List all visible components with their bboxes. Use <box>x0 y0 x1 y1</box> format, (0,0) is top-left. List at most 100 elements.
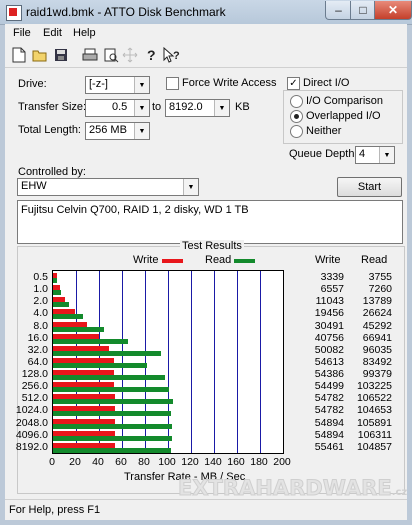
write-value-cell: 19456 <box>314 307 344 320</box>
write-value-cell: 55461 <box>314 440 344 453</box>
open-icon[interactable] <box>31 46 49 64</box>
grid-line <box>214 271 215 453</box>
read-value-cell: 106522 <box>356 392 392 405</box>
read-value-cell: 13789 <box>362 295 392 308</box>
x-tick-label: 40 <box>92 456 104 468</box>
print-preview-icon[interactable] <box>102 46 120 64</box>
write-value-cell: 3339 <box>320 271 344 283</box>
y-tick-label: 8.0 <box>33 319 48 332</box>
queue-depth-value: 4 <box>359 148 366 160</box>
y-tick-label: 128.0 <box>21 368 48 381</box>
minimize-button[interactable]: – <box>325 1 352 20</box>
status-bar: For Help, press F1 <box>5 499 407 520</box>
y-tick-label: 32.0 <box>27 343 48 356</box>
write-value-cell: 54782 <box>314 392 344 405</box>
context-help-icon[interactable]: ? <box>162 46 180 64</box>
force-write-label: Force Write Access <box>182 77 277 89</box>
drive-select[interactable]: [-z-] ▼ <box>85 76 150 94</box>
transfer-size-label: Transfer Size: <box>18 101 87 113</box>
read-bar <box>53 435 173 441</box>
transfer-from-value: 0.5 <box>112 101 128 113</box>
chevron-down-icon[interactable]: ▼ <box>379 147 394 163</box>
chevron-down-icon[interactable]: ▼ <box>214 100 229 116</box>
queue-depth-select[interactable]: 4 ▼ <box>355 146 395 164</box>
svg-text:?: ? <box>173 50 180 62</box>
print-icon[interactable] <box>81 46 99 64</box>
read-bar <box>53 447 171 453</box>
save-icon[interactable] <box>52 46 70 64</box>
y-tick-label: 2048.0 <box>15 416 48 429</box>
read-bar <box>53 314 83 320</box>
write-value-cell: 54782 <box>314 404 344 417</box>
x-tick-label: 20 <box>69 456 81 468</box>
x-tick-label: 0 <box>49 456 55 468</box>
write-legend-label: Write <box>133 254 159 266</box>
io-options-group: I/O Comparison Overlapped I/O Neither <box>283 90 403 144</box>
read-bar <box>53 375 165 381</box>
x-tick-label: 60 <box>115 456 127 468</box>
to-label: to <box>152 101 162 113</box>
watermark-logo: EXTRAHARDWARE.cz <box>178 476 408 501</box>
read-value-cell: 7260 <box>368 283 392 296</box>
read-bar <box>53 290 62 296</box>
maximize-button[interactable]: □ <box>350 1 376 20</box>
controlled-by-label: Controlled by: <box>18 166 86 178</box>
controlled-by-select[interactable]: EHW ▼ <box>17 178 199 196</box>
write-value-cell: 11043 <box>315 295 344 308</box>
direct-io-checkbox[interactable]: ✓ <box>287 77 300 90</box>
write-value-cell: 54894 <box>314 428 344 441</box>
move-icon[interactable] <box>121 46 139 64</box>
new-icon[interactable] <box>10 46 28 64</box>
read-value-cell: 103225 <box>356 380 392 393</box>
svg-text:?: ? <box>147 47 156 63</box>
description-field[interactable]: Fujitsu Celvin Q700, RAID 1, 2 disky, WD… <box>17 200 403 244</box>
menu-help[interactable]: Help <box>73 27 96 39</box>
direct-io-label: Direct I/O <box>303 77 350 89</box>
chevron-down-icon[interactable]: ▼ <box>183 179 198 195</box>
menu-file[interactable]: File <box>13 27 31 39</box>
write-value-cell: 54894 <box>314 416 344 429</box>
transfer-to-select[interactable]: 8192.0 ▼ <box>165 99 230 117</box>
close-button[interactable]: ✕ <box>374 1 412 20</box>
chevron-down-icon[interactable]: ▼ <box>134 100 149 116</box>
chevron-down-icon[interactable]: ▼ <box>134 123 149 139</box>
write-value-cell: 54386 <box>314 368 344 381</box>
read-legend-label: Read <box>205 254 232 266</box>
y-tick-label: 16.0 <box>27 331 48 344</box>
grid-line <box>260 271 261 453</box>
menu-edit[interactable]: Edit <box>43 27 62 39</box>
drive-label: Drive: <box>18 78 47 90</box>
y-tick-label: 8192.0 <box>15 440 48 453</box>
x-tick-label: 100 <box>158 456 176 468</box>
read-bar <box>53 362 147 368</box>
io-comparison-label: I/O Comparison <box>306 95 384 107</box>
read-value-cell: 106311 <box>357 428 392 441</box>
start-button[interactable]: Start <box>337 177 402 197</box>
write-value-cell: 30491 <box>314 319 344 332</box>
x-tick-label: 120 <box>181 456 199 468</box>
title-bar: raid1wd.bmk - ATTO Disk Benchmark – □ ✕ <box>0 0 412 25</box>
drive-value: [-z-] <box>89 78 108 90</box>
y-tick-label: 1.0 <box>33 283 48 296</box>
help-icon[interactable]: ? <box>142 46 160 64</box>
test-results-title: Test Results <box>180 240 244 252</box>
y-tick-label: 4096.0 <box>15 428 48 441</box>
kb-label: KB <box>235 101 250 113</box>
radio-io-comparison[interactable] <box>290 95 303 108</box>
radio-overlapped-io[interactable] <box>290 110 303 123</box>
main-panel: Drive: [-z-] ▼ Force Write Access ✓ Dire… <box>5 68 407 499</box>
radio-neither[interactable] <box>290 125 303 138</box>
transfer-from-select[interactable]: 0.5 ▼ <box>85 99 150 117</box>
transfer-to-value: 8192.0 <box>169 101 203 113</box>
force-write-checkbox[interactable] <box>166 77 179 90</box>
y-tick-label: 2.0 <box>33 295 48 308</box>
total-length-select[interactable]: 256 MB ▼ <box>85 122 150 140</box>
grid-line <box>237 271 238 453</box>
write-value-cell: 40756 <box>314 331 344 344</box>
queue-depth-label: Queue Depth: <box>289 148 358 160</box>
read-value-cell: 104857 <box>356 440 392 453</box>
x-tick-label: 140 <box>204 456 222 468</box>
read-legend-swatch <box>234 259 255 263</box>
read-column-header: Read <box>361 254 388 266</box>
chevron-down-icon[interactable]: ▼ <box>134 77 149 93</box>
